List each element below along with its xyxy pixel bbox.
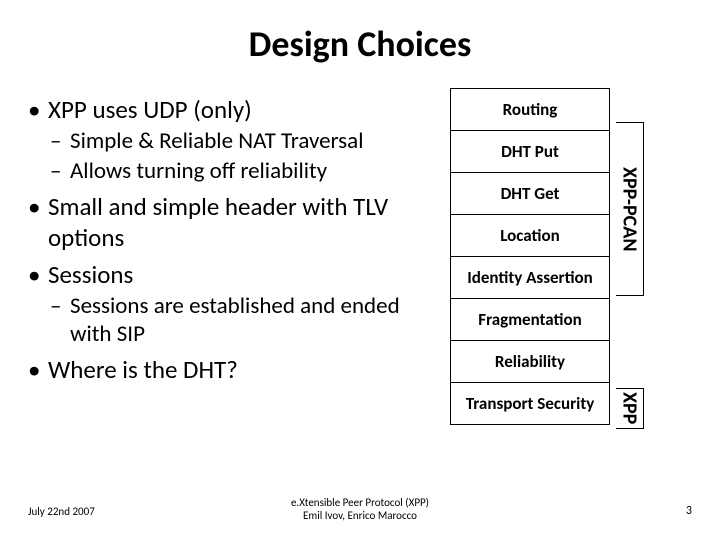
side-label-xpp: XPP [616,388,644,429]
footer-mid-line2: Emil Ivov, Enrico Marocco [303,509,417,522]
bullet-l2: Simple & Reliable NAT Traversal [28,127,440,155]
stack-cell: DHT Put [451,131,609,173]
bullet-l1: Sessions [28,259,440,290]
bullet-l1: Where is the DHT? [28,354,440,385]
side-label-xpp-pcan: XPP-PCAN [616,122,644,296]
bullet-l2: Sessions are established and ended with … [28,292,440,348]
footer-middle: e.Xtensible Peer Protocol (XPP) Emil Ivo… [0,496,720,522]
stack-cell: Reliability [451,341,609,383]
bullet-l1: Small and simple header with TLV options [28,191,440,253]
stack-cell: Identity Assertion [451,257,609,299]
stack-cell: Routing [451,89,609,131]
footer-mid-line1: e.Xtensible Peer Protocol (XPP) [291,496,429,509]
page-number: 3 [686,504,692,518]
bullet-l1: XPP uses UDP (only) [28,94,440,125]
protocol-stack: Routing DHT Put DHT Get Location Identit… [450,88,695,425]
stack-cell: DHT Get [451,173,609,215]
stack-table: Routing DHT Put DHT Get Location Identit… [450,88,610,425]
slide-title: Design Choices [0,22,720,66]
slide: Design Choices XPP uses UDP (only) Simpl… [0,0,720,540]
stack-cell: Transport Security [451,383,609,424]
stack-cell: Location [451,215,609,257]
bullet-content: XPP uses UDP (only) Simple & Reliable NA… [28,88,440,385]
bullet-l2: Allows turning off reliability [28,157,440,185]
stack-cell: Fragmentation [451,299,609,341]
